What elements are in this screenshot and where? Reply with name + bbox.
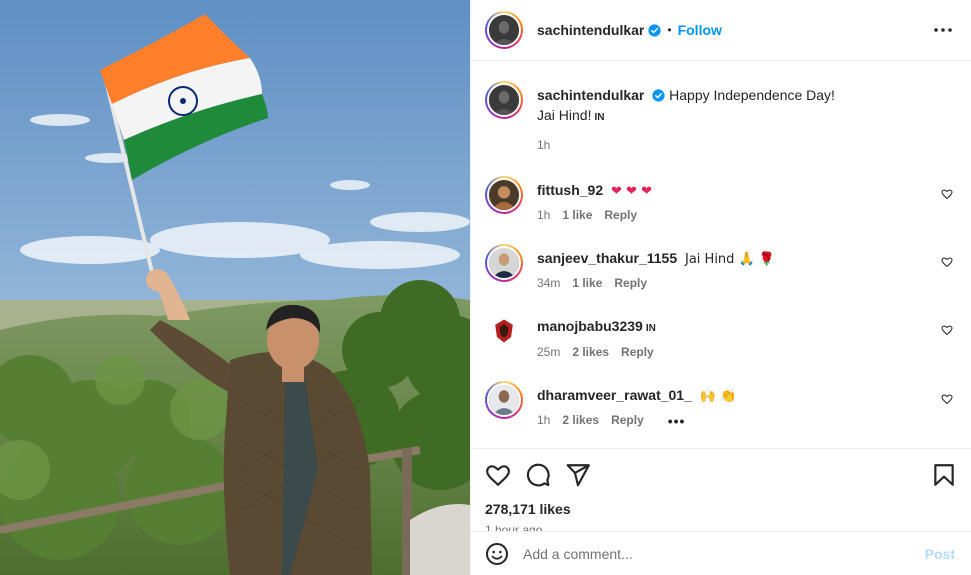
verified-icon [648,23,661,37]
author-avatar[interactable] [485,11,523,49]
post-photo[interactable] [0,0,470,575]
comment-likes[interactable]: 1 like [572,276,602,290]
commenter-avatar[interactable] [485,244,523,282]
avatar-image [489,248,519,278]
comment-time[interactable]: 1h [537,413,550,429]
comment-username[interactable]: manojbabu3239 [537,318,643,334]
instagram-post: sachintendulkar • Follow sachintendulkar… [0,0,971,575]
comment-input[interactable] [523,545,925,562]
avatar-image [489,15,519,45]
commenter-avatar[interactable] [485,381,523,419]
heart-icon[interactable] [941,188,953,200]
comment-more-button[interactable]: ••• [668,413,686,429]
avatar-image [489,180,519,210]
avatar-image [489,316,519,346]
comment-username[interactable]: dharamveer_rawat_01_ [537,387,692,403]
caption-line2: Jai Hind! [537,107,592,123]
comment-time[interactable]: 1h [537,208,550,222]
bookmark-icon[interactable] [931,462,957,488]
more-options-button[interactable] [931,18,955,42]
reply-button[interactable]: Reply [614,276,647,290]
caption-time[interactable]: 1h [537,138,550,152]
comments-section: sachintendulkar Happy Independence Day! … [471,61,971,448]
caption-username[interactable]: sachintendulkar [537,87,644,103]
reply-button[interactable]: Reply [604,208,637,222]
comment-time[interactable]: 25m [537,345,560,359]
more-icon [934,28,952,32]
caption-avatar[interactable] [485,81,523,119]
heart-icon[interactable] [941,256,953,268]
heart-icon[interactable] [485,462,511,488]
add-comment-bar: Post [471,531,971,575]
commenter-avatar[interactable] [485,312,523,350]
comment-icon[interactable] [525,462,551,488]
comment-item: fittush_92 ❤ ❤ ❤ 1h 1 like Reply [485,176,955,222]
avatar-image [489,385,519,415]
post-details-panel: sachintendulkar • Follow sachintendulkar… [470,0,971,575]
comment-text: 🙌 👏 [699,389,737,404]
comment-item: sanjeev_thakur_1155 Jai Hind 🙏 🌹 34m 1 l… [485,244,955,290]
comment-likes[interactable]: 2 likes [572,345,609,359]
heart-icon[interactable] [941,393,953,405]
separator-dot: • [667,23,672,37]
post-comment-button[interactable]: Post [925,546,955,562]
comment-item: manojbabu3239 IN 25m 2 likes Reply [485,312,955,359]
reply-button[interactable]: Reply [621,345,654,359]
post-caption: sachintendulkar Happy Independence Day! … [485,81,955,152]
reply-button[interactable]: Reply [611,413,644,429]
comment-likes[interactable]: 1 like [562,208,592,222]
avatar-image [489,85,519,115]
comment-text: ❤ ❤ ❤ [611,184,652,199]
emoji-icon[interactable] [485,542,509,566]
commenter-avatar[interactable] [485,176,523,214]
comment-username[interactable]: sanjeev_thakur_1155 [537,250,677,266]
share-icon[interactable] [565,462,591,488]
post-header: sachintendulkar • Follow [471,0,971,61]
comment-flag-tag: IN [645,323,656,334]
photo-illustration [0,0,470,575]
likes-count[interactable]: 278,171 likes [485,501,957,517]
heart-icon[interactable] [941,324,953,336]
comment-item: dharamveer_rawat_01_ 🙌 👏 1h 2 likes Repl… [485,381,955,429]
follow-button[interactable]: Follow [678,22,722,38]
comment-likes[interactable]: 2 likes [562,413,599,429]
verified-icon [652,89,665,102]
comment-time[interactable]: 34m [537,276,560,290]
comment-text: Jai Hind 🙏 🌹 [685,252,776,267]
caption-flag-tag: IN [594,112,605,123]
caption-text: Happy Independence Day! [669,87,835,103]
author-username[interactable]: sachintendulkar [537,22,644,38]
comment-username[interactable]: fittush_92 [537,182,603,198]
